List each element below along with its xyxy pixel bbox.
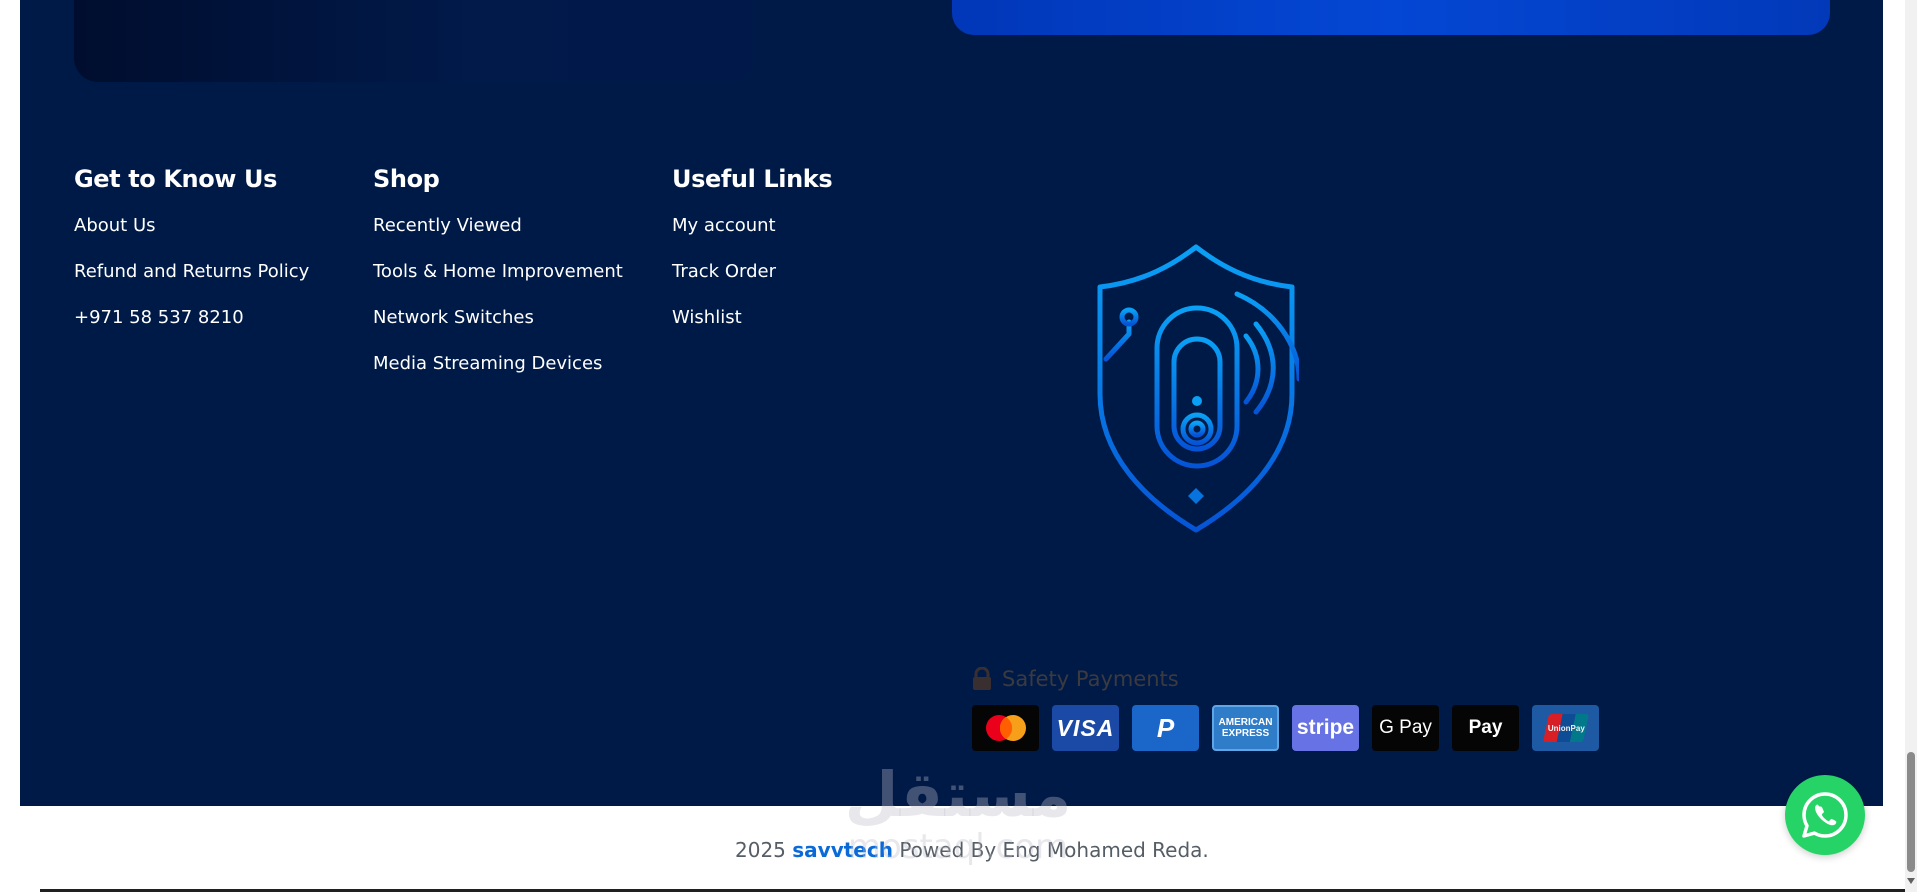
footer-link-recently-viewed[interactable]: Recently Viewed bbox=[373, 215, 623, 237]
footer-column-shop: Shop Recently Viewed Tools & Home Improv… bbox=[373, 165, 623, 399]
unionpay-icon: UnionPay bbox=[1532, 705, 1599, 751]
security-shield-icon bbox=[1097, 244, 1299, 533]
apple-pay-label: Pay bbox=[1468, 717, 1503, 738]
visa-icon: VISA bbox=[1052, 705, 1119, 751]
promo-card-left bbox=[74, 0, 754, 82]
safety-payments-heading: Safety Payments bbox=[972, 666, 1179, 692]
footer-link-wishlist[interactable]: Wishlist bbox=[672, 307, 832, 329]
stripe-label: stripe bbox=[1296, 716, 1355, 739]
footer-link-media-streaming[interactable]: Media Streaming Devices bbox=[373, 353, 623, 375]
footer-link-network-switches[interactable]: Network Switches bbox=[373, 307, 623, 329]
google-pay-label: G Pay bbox=[1379, 717, 1432, 738]
amex-label: AMERICAN EXPRESS bbox=[1218, 717, 1273, 739]
apple-pay-icon: Pay bbox=[1452, 705, 1519, 751]
scroll-down-arrow-icon[interactable] bbox=[1907, 878, 1915, 884]
copyright-year: 2025 bbox=[735, 838, 786, 862]
promo-card-right bbox=[952, 0, 1830, 35]
footer-column-title: Get to Know Us bbox=[74, 165, 277, 193]
padlock-icon bbox=[973, 667, 991, 690]
paypal-icon: P bbox=[1132, 705, 1199, 751]
safety-payments-label: Safety Payments bbox=[1002, 667, 1179, 691]
whatsapp-icon bbox=[1802, 792, 1848, 838]
whatsapp-chat-button[interactable] bbox=[1785, 775, 1865, 855]
paypal-label: P bbox=[1156, 712, 1175, 743]
copyright-text: 2025 savvtech Powed By Eng Mohamed Reda. bbox=[735, 838, 1209, 862]
visa-label: VISA bbox=[1056, 714, 1115, 741]
footer-link-tools-home[interactable]: Tools & Home Improvement bbox=[373, 261, 623, 283]
scrollbar-thumb[interactable] bbox=[1907, 752, 1915, 872]
amex-icon: AMERICAN EXPRESS bbox=[1212, 705, 1279, 751]
google-pay-icon: G Pay bbox=[1372, 705, 1439, 751]
unionpay-mark: UnionPay bbox=[1542, 714, 1589, 742]
stripe-icon: stripe bbox=[1292, 705, 1359, 751]
page-scrollbar[interactable] bbox=[1905, 0, 1917, 892]
footer-link-about-us[interactable]: About Us bbox=[74, 215, 309, 237]
footer-column-title: Shop bbox=[373, 165, 440, 193]
footer-link-refund-policy[interactable]: Refund and Returns Policy bbox=[74, 261, 309, 283]
footer-link-track-order[interactable]: Track Order bbox=[672, 261, 832, 283]
footer-link-my-account[interactable]: My account bbox=[672, 215, 832, 237]
page-left-edge bbox=[0, 0, 20, 806]
powered-by-text: Powed By Eng Mohamed Reda. bbox=[899, 838, 1209, 862]
unionpay-label: UnionPay bbox=[1547, 723, 1584, 733]
mastercard-icon bbox=[972, 705, 1039, 751]
brand-link[interactable]: savvtech bbox=[792, 838, 893, 862]
footer-column-useful-links: Useful Links My account Track Order Wish… bbox=[672, 165, 833, 353]
site-footer: Get to Know Us About Us Refund and Retur… bbox=[20, 0, 1883, 806]
payment-methods: VISA P AMERICAN EXPRESS stripe G Pay Pay… bbox=[972, 705, 1599, 751]
footer-column-get-to-know-us: Get to Know Us About Us Refund and Retur… bbox=[74, 165, 309, 353]
footer-link-phone[interactable]: +971 58 537 8210 bbox=[74, 307, 309, 329]
footer-column-title: Useful Links bbox=[672, 165, 833, 193]
